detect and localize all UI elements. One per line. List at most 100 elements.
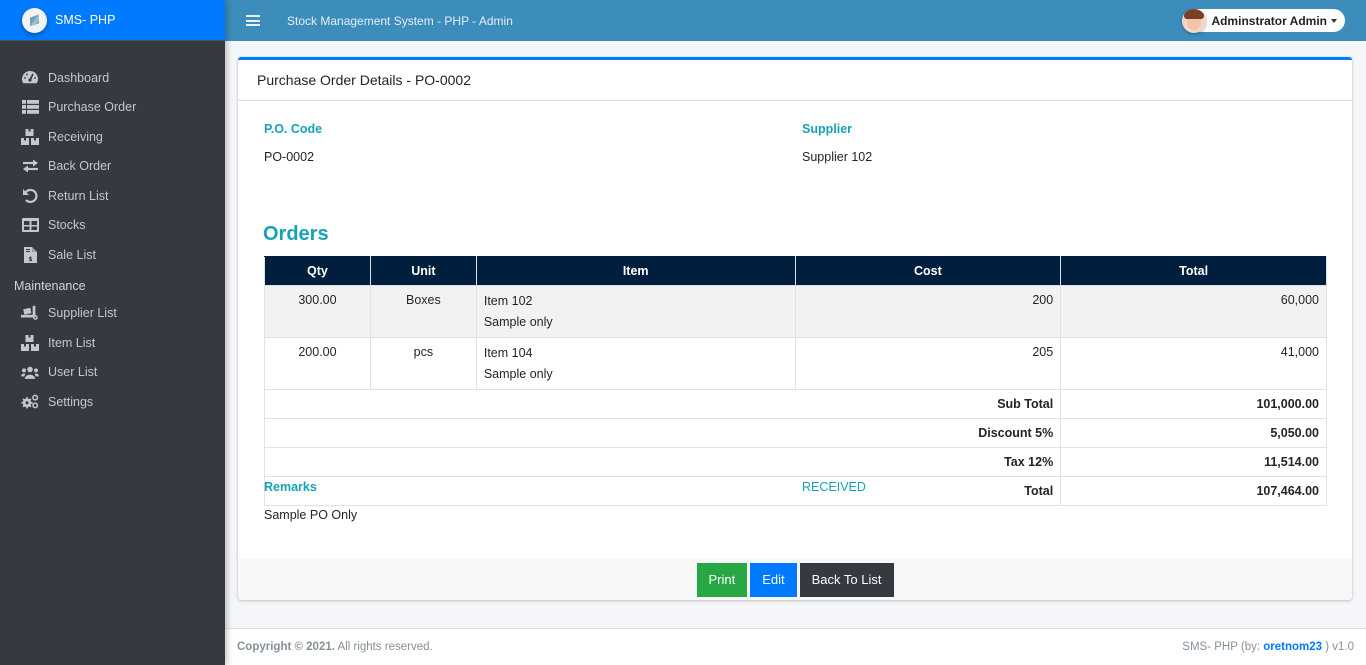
brand-link[interactable]: SMS- PHP xyxy=(0,0,225,41)
item-description: Sample only xyxy=(483,367,553,381)
qty-cell: 200.00 xyxy=(264,337,371,390)
boxes-icon xyxy=(21,128,39,145)
sidebar-item-label: Sale List xyxy=(48,247,96,262)
undo-icon xyxy=(21,188,39,204)
discount-label: Discount 5% xyxy=(263,418,1062,448)
item-description: Sample only xyxy=(483,315,553,329)
subtotal-row: Sub Total 101,000.00 xyxy=(263,389,1327,419)
sidebar-item-label: User List xyxy=(48,365,98,380)
table-row: 300.00 Boxes Item 102 Sample only 200 60… xyxy=(264,285,1327,338)
discount-value: 5,050.00 xyxy=(1060,418,1327,448)
orders-heading: Orders xyxy=(263,223,329,245)
tax-value: 11,514.00 xyxy=(1060,447,1327,477)
cost-cell: 200 xyxy=(794,285,1062,338)
page-title: Purchase Order Details - PO-0002 xyxy=(257,72,471,88)
brand-name: SMS- PHP xyxy=(55,13,116,27)
th-list-icon xyxy=(21,99,39,115)
qty-cell: 300.00 xyxy=(264,285,371,338)
sidebar-item-stocks[interactable]: Stocks xyxy=(0,211,225,241)
remarks-label: Remarks xyxy=(264,480,317,494)
total-cell: 60,000 xyxy=(1060,285,1327,338)
sidebar-item-label: Back Order xyxy=(48,159,112,174)
sidebar-item-purchase-order[interactable]: Purchase Order xyxy=(0,93,225,123)
sidebar-item-back-order[interactable]: Back Order xyxy=(0,152,225,182)
back-to-list-button[interactable]: Back To List xyxy=(799,562,894,597)
remarks-value: Sample PO Only xyxy=(264,508,358,522)
table-icon xyxy=(21,217,39,233)
rights-text: All rights reserved. xyxy=(337,641,433,653)
copyright: Copyright © 2021. All rights reserved. xyxy=(237,641,433,653)
sidebar-item-settings[interactable]: Settings xyxy=(0,387,225,417)
edit-button[interactable]: Edit xyxy=(750,562,797,597)
card-footer: Print Edit Back To List xyxy=(238,559,1352,600)
column-header-qty: Qty xyxy=(264,256,371,286)
column-header-item: Item xyxy=(475,256,796,286)
discount-row: Discount 5% 5,050.00 xyxy=(263,418,1327,448)
sidebar-item-label: Purchase Order xyxy=(48,100,137,115)
table-header-row: Qty Unit Item Cost Total xyxy=(264,256,1327,286)
column-header-cost: Cost xyxy=(794,256,1062,286)
sidebar-item-supplier-list[interactable]: Supplier List xyxy=(0,299,225,329)
item-cell: Item 104 Sample only xyxy=(475,337,796,390)
supplier-label: Supplier xyxy=(802,122,853,136)
sidebar-section-maintenance: Maintenance xyxy=(14,278,86,293)
orders-table: Qty Unit Item Cost Total 300.00 Boxes It… xyxy=(263,256,1327,506)
unit-cell: pcs xyxy=(369,337,477,390)
sidebar-item-label: Settings xyxy=(48,394,94,409)
sidebar-item-sale-list[interactable]: $ Sale List xyxy=(0,240,225,270)
tax-label: Tax 12% xyxy=(263,447,1062,477)
purchase-order-card: Purchase Order Details - PO-0002 P.O. Co… xyxy=(238,57,1352,600)
sidebar-item-receiving[interactable]: Receiving xyxy=(0,122,225,152)
hamburger-icon[interactable] xyxy=(246,15,260,26)
status-badge: RECEIVED xyxy=(802,480,866,494)
column-header-unit: Unit xyxy=(369,256,477,286)
grand-total-row: Total 107,464.00 xyxy=(263,476,1327,506)
sidebar-item-label: Dashboard xyxy=(48,70,110,85)
company-logo-icon xyxy=(22,7,47,33)
sidebar-item-label: Return List xyxy=(48,188,109,203)
card-header: Purchase Order Details - PO-0002 xyxy=(238,60,1352,101)
file-invoice-dollar-icon: $ xyxy=(21,246,39,263)
subtotal-value: 101,000.00 xyxy=(1060,389,1327,419)
grand-total-label: Total xyxy=(263,476,1062,506)
total-cell: 41,000 xyxy=(1060,337,1327,390)
grand-total-value: 107,464.00 xyxy=(1060,476,1327,506)
caret-down-icon xyxy=(1331,18,1337,23)
app-credit: SMS- PHP (by: oretnom23 ) v1.0 xyxy=(1182,641,1354,653)
sidebar: SMS- PHP Dashboard Purchase Order Receiv… xyxy=(0,0,225,665)
avatar xyxy=(1182,8,1207,33)
tax-row: Tax 12% 11,514.00 xyxy=(263,447,1327,477)
print-button[interactable]: Print xyxy=(696,562,748,597)
sidebar-item-user-list[interactable]: User List xyxy=(0,358,225,388)
user-name: Adminstrator Admin xyxy=(1211,13,1327,28)
sidebar-item-item-list[interactable]: Item List xyxy=(0,328,225,358)
app-name: SMS- PHP (by: xyxy=(1182,641,1261,653)
table-row: 200.00 pcs Item 104 Sample only 205 41,0… xyxy=(264,337,1327,390)
sidebar-nav: Dashboard Purchase Order Receiving Back … xyxy=(0,41,225,417)
sidebar-item-label: Item List xyxy=(48,335,96,350)
app-title: Stock Management System - PHP - Admin xyxy=(287,13,513,28)
sidebar-item-label: Receiving xyxy=(48,129,103,144)
item-cell: Item 102 Sample only xyxy=(475,285,796,338)
user-menu-dropdown[interactable]: Adminstrator Admin xyxy=(1182,8,1345,33)
exchange-icon xyxy=(21,158,39,174)
sidebar-item-label: Supplier List xyxy=(48,306,117,321)
sidebar-item-dashboard[interactable]: Dashboard xyxy=(0,63,225,93)
supplier-value: Supplier 102 xyxy=(802,150,873,164)
item-name: Item 102 xyxy=(483,294,533,308)
item-name: Item 104 xyxy=(483,346,533,360)
column-header-total: Total xyxy=(1060,256,1327,286)
unit-cell: Boxes xyxy=(369,285,477,338)
boxes-icon xyxy=(21,334,39,351)
cogs-icon xyxy=(21,394,39,410)
truck-loading-icon xyxy=(21,305,39,321)
users-icon xyxy=(21,364,39,380)
po-code-value: PO-0002 xyxy=(264,150,315,164)
author-link[interactable]: oretnom23 xyxy=(1263,641,1322,653)
top-navbar: Stock Management System - PHP - Admin Ad… xyxy=(225,0,1366,41)
page-footer: Copyright © 2021. All rights reserved. S… xyxy=(225,628,1366,665)
svg-text:$: $ xyxy=(28,256,32,263)
sidebar-item-return-list[interactable]: Return List xyxy=(0,181,225,211)
copyright-year: Copyright © 2021. xyxy=(237,641,335,653)
app-version: ) v1.0 xyxy=(1325,641,1354,653)
